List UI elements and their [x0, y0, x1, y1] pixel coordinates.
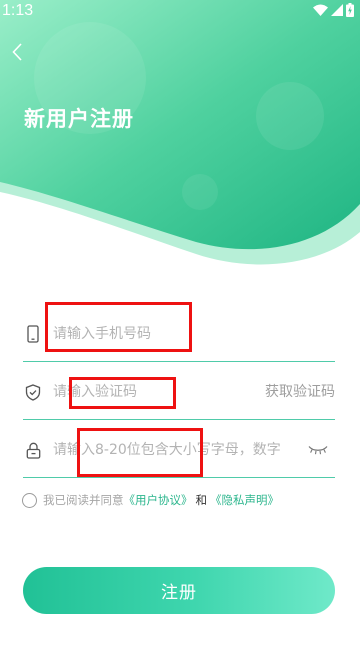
password-visibility-toggle[interactable] [307, 441, 329, 459]
phone-input[interactable] [53, 322, 233, 346]
phone-icon [23, 306, 43, 362]
code-row: 获取验证码 [23, 364, 335, 420]
register-button[interactable]: 注册 [23, 567, 335, 614]
battery-charging-icon [346, 3, 354, 17]
password-row [23, 422, 335, 478]
shield-icon [23, 364, 43, 420]
eye-closed-icon [308, 446, 328, 455]
agreement-prefix: 我已阅读并同意 [43, 493, 124, 507]
page-title: 新用户注册 [24, 107, 134, 131]
user-agreement-link[interactable]: 《用户协议》 [124, 492, 193, 508]
phone-row [23, 306, 335, 362]
chevron-left-icon [12, 43, 22, 61]
back-button[interactable] [6, 40, 28, 64]
get-code-button[interactable]: 获取验证码 [265, 380, 335, 404]
status-time: 1:13 [2, 2, 34, 19]
wifi-icon [313, 4, 328, 16]
verification-code-input[interactable] [53, 380, 233, 404]
lock-icon [23, 422, 43, 478]
privacy-policy-link[interactable]: 《隐私声明》 [210, 492, 279, 508]
agreement-and: 和 [195, 493, 208, 507]
status-bar: 1:13 [0, 0, 360, 24]
agreement-radio[interactable] [22, 492, 37, 508]
signal-icon [331, 4, 343, 16]
header-background [0, 0, 360, 265]
password-input[interactable] [53, 438, 303, 462]
header-banner: 1:13 新用户注册 [0, 0, 360, 270]
agreement-row: 我已阅读并同意 《用户协议》 和 《隐私声明》 [22, 489, 279, 511]
